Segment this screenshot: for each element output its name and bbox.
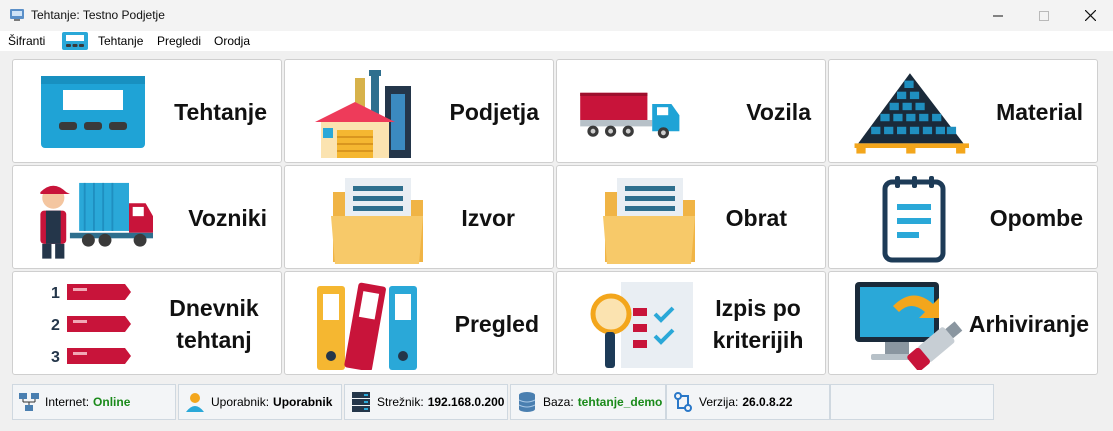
server-icon [352, 392, 370, 412]
tile-label: Izvor [461, 205, 515, 231]
status-user-value: Uporabnik [273, 395, 333, 409]
tile-label: Vozila [746, 99, 811, 125]
tile-pregled[interactable]: Pregled [284, 271, 554, 375]
status-database-label: Baza: [543, 395, 574, 409]
svg-text:1: 1 [51, 285, 60, 302]
app-icon [10, 9, 24, 21]
status-user-label: Uporabnik: [211, 395, 270, 409]
numbered-list-icon: 1 2 3 [51, 284, 131, 366]
tile-label: Vozniki [188, 205, 267, 231]
status-server-value: 192.168.0.200 [427, 395, 505, 409]
tile-obrat[interactable]: Obrat [556, 165, 826, 269]
user-icon [186, 393, 204, 412]
tile-tehtanje[interactable]: Tehtanje [12, 59, 282, 163]
tile-label: Obrat [725, 205, 787, 231]
menu-sifranti[interactable]: Šifranti [8, 34, 45, 48]
status-internet: Internet: Online [12, 384, 176, 420]
tile-dnevnik-tehtanj[interactable]: 1 2 3 Dnevnik tehtanj [12, 271, 282, 375]
tile-label: Izpis po kriterijih [712, 295, 804, 353]
factory-icon [315, 70, 411, 158]
tile-izvor[interactable]: Izvor [284, 165, 554, 269]
menu-bar: Šifranti Tehtanje Pregledi Orodja [0, 31, 1113, 51]
status-version-label: Verzija: [699, 395, 739, 409]
folder-icon [603, 178, 695, 264]
close-icon [1084, 10, 1096, 21]
notepad-icon [882, 176, 946, 263]
status-internet-value: Online [93, 395, 131, 409]
window-title: Tehtanje: Testno Podjetje [31, 8, 165, 22]
status-version-value: 26.0.8.22 [742, 395, 793, 409]
scale-icon [41, 76, 145, 148]
tile-podjetja[interactable]: Podjetja [284, 59, 554, 163]
close-button[interactable] [1067, 0, 1113, 31]
tile-label: Podjetja [449, 99, 539, 125]
tile-label: Opombe [989, 205, 1083, 231]
tile-label: Tehtanje [174, 99, 267, 125]
network-icon [19, 393, 39, 411]
tile-label: Dnevnik tehtanj [169, 295, 259, 353]
status-empty-cell [830, 384, 994, 420]
maximize-icon [1039, 10, 1049, 21]
svg-text:3: 3 [51, 349, 60, 366]
status-user: Uporabnik: Uporabnik [178, 384, 342, 420]
binders-icon [317, 282, 417, 370]
maximize-button[interactable] [1021, 0, 1067, 31]
usb-backup-icon [855, 282, 963, 370]
tile-label: Arhiviranje [968, 311, 1089, 337]
tile-arhiviranje[interactable]: Arhiviranje [828, 271, 1098, 375]
minimize-button[interactable] [975, 0, 1021, 31]
truck-icon [580, 92, 680, 139]
tile-opombe[interactable]: Opombe [828, 165, 1098, 269]
status-version: Verzija: 26.0.8.22 [666, 384, 830, 420]
minimize-icon [993, 15, 1003, 16]
tile-vozila[interactable]: Vozila [556, 59, 826, 163]
version-branch-icon [674, 392, 692, 412]
status-server-label: Strežnik: [377, 395, 424, 409]
menu-tehtanje[interactable]: Tehtanje [98, 34, 143, 48]
tile-material[interactable]: Material [828, 59, 1098, 163]
database-icon [518, 392, 536, 412]
status-server: Strežnik: 192.168.0.200 [344, 384, 508, 420]
status-internet-label: Internet: [45, 395, 90, 409]
tile-label: Material [996, 99, 1083, 125]
scale-menu-icon [62, 32, 88, 50]
status-database-value: tehtanje_demo [577, 395, 663, 409]
coal-pile-icon [854, 73, 969, 154]
tile-izpis-po-kriterijih[interactable]: Izpis po kriterijih [556, 271, 826, 375]
checklist-search-icon [590, 282, 693, 368]
folder-icon [331, 178, 423, 264]
title-bar: Tehtanje: Testno Podjetje [0, 0, 1113, 31]
driver-icon [40, 182, 153, 259]
tile-vozniki[interactable]: Vozniki [12, 165, 282, 269]
menu-pregledi[interactable]: Pregledi [157, 34, 201, 48]
status-database: Baza: tehtanje_demo [510, 384, 666, 420]
menu-orodja[interactable]: Orodja [214, 34, 250, 48]
svg-text:2: 2 [51, 317, 60, 334]
tile-label: Pregled [454, 311, 539, 337]
